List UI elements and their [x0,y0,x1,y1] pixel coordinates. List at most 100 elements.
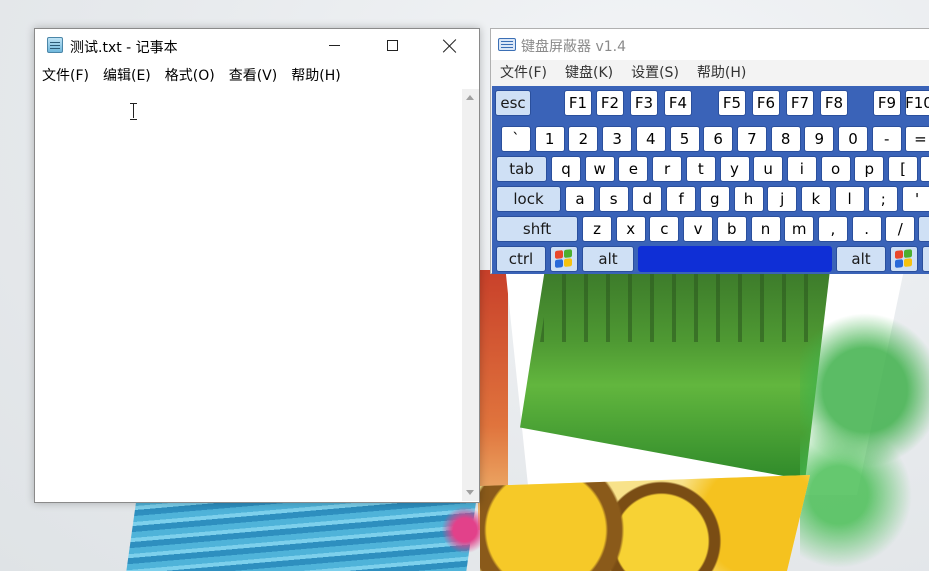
kb-menu-file[interactable]: 文件(F) [491,62,556,84]
key-shft[interactable]: shft [496,216,578,242]
key-'[interactable]: ' [902,186,929,212]
key-.[interactable]: . [851,216,882,242]
key-blank[interactable] [920,156,929,182]
key-windows[interactable] [550,246,578,272]
virtual-keyboard: esc F1 F2 F3 F4 F5 F6 F7 F8 F9 F10 ` 1 2 3 4 5 6 7 8 9 0- = t… [492,86,929,274]
key-4[interactable]: 4 [635,126,666,152]
key-f7[interactable]: F7 [786,90,814,116]
key-f2[interactable]: F2 [596,90,624,116]
key-c[interactable]: c [649,216,680,242]
key-b[interactable]: b [716,216,747,242]
key-blank[interactable] [918,216,929,242]
key-f[interactable]: f [666,186,697,212]
key-m[interactable]: m [784,216,815,242]
key-lock[interactable]: lock [496,186,561,212]
key-l[interactable]: l [834,186,865,212]
key-2[interactable]: 2 [568,126,599,152]
key-n[interactable]: n [750,216,781,242]
key-7[interactable]: 7 [736,126,767,152]
key-g[interactable]: g [699,186,730,212]
key-space[interactable] [638,246,832,272]
key-`[interactable]: ` [501,126,531,152]
key-f10[interactable]: F10 [905,90,929,116]
key-o[interactable]: o [820,156,851,182]
key-f4[interactable]: F4 [664,90,692,116]
notepad-title: 测试.txt - 记事本 [70,40,178,56]
keyboard-title: 键盘屏蔽器 v1.4 [521,39,626,55]
key-z[interactable]: z [582,216,612,242]
minimize-icon [328,45,340,46]
keyboard-menubar: 文件(F) 键盘(K) 设置(S) 帮助(H) [491,62,755,84]
text-cursor-icon [130,103,137,120]
menu-file[interactable]: 文件(F) [35,65,96,87]
key-v[interactable]: v [683,216,714,242]
key-f3[interactable]: F3 [630,90,658,116]
key-=[interactable]: = [905,126,929,152]
key-h[interactable]: h [733,186,764,212]
wallpaper-sea [123,500,477,571]
key-9[interactable]: 9 [804,126,835,152]
key-ctrl[interactable]: ctrl [496,246,546,272]
keyboard-app-icon [498,38,516,51]
scroll-up-icon[interactable] [466,95,474,100]
key-tab[interactable]: tab [496,156,547,182]
wallpaper-trees [540,272,820,342]
key-w[interactable]: w [584,156,615,182]
key-alt[interactable]: alt [582,246,634,272]
windows-logo-icon [895,249,913,269]
key-;[interactable]: ; [868,186,899,212]
key-x[interactable]: x [615,216,646,242]
key-blank[interactable] [922,246,929,272]
minimize-button[interactable] [305,29,363,62]
key-t[interactable]: t [685,156,716,182]
key-p[interactable]: p [854,156,885,182]
notepad-titlebar[interactable]: 测试.txt - 记事本 [35,29,479,62]
key-f5[interactable]: F5 [718,90,746,116]
notepad-window: 测试.txt - 记事本 文件(F) 编辑(E) 格式(O) 查看(V) 帮助(… [34,28,480,503]
key-/[interactable]: / [885,216,916,242]
menu-format[interactable]: 格式(O) [158,65,222,87]
key-alt[interactable]: alt [836,246,886,272]
close-button[interactable] [421,29,479,62]
kb-menu-keyboard[interactable]: 键盘(K) [556,62,622,84]
key-y[interactable]: y [719,156,750,182]
key-f9[interactable]: F9 [873,90,901,116]
key-f8[interactable]: F8 [820,90,848,116]
key-r[interactable]: r [652,156,683,182]
key-e[interactable]: e [618,156,649,182]
key-i[interactable]: i [786,156,817,182]
key-f6[interactable]: F6 [752,90,780,116]
key-k[interactable]: k [800,186,831,212]
key-a[interactable]: a [565,186,595,212]
menu-help[interactable]: 帮助(H) [284,65,347,87]
notepad-text-area[interactable] [36,89,460,501]
key-j[interactable]: j [767,186,798,212]
close-icon [443,39,457,53]
kb-menu-settings[interactable]: 设置(S) [622,62,688,84]
vertical-scrollbar[interactable] [462,89,479,501]
notepad-app-icon [47,37,63,53]
key-[[interactable]: [ [888,156,918,182]
key-1[interactable]: 1 [534,126,565,152]
menu-view[interactable]: 查看(V) [222,65,285,87]
scroll-down-icon[interactable] [466,490,474,495]
key-q[interactable]: q [551,156,581,182]
maximize-button[interactable] [363,29,421,62]
key-windows[interactable] [890,246,918,272]
key-s[interactable]: s [598,186,629,212]
key-d[interactable]: d [632,186,663,212]
maximize-icon [386,40,398,51]
key-6[interactable]: 6 [703,126,734,152]
key-8[interactable]: 8 [770,126,801,152]
key-esc[interactable]: esc [495,90,531,116]
menu-edit[interactable]: 编辑(E) [96,65,158,87]
key-u[interactable]: u [753,156,784,182]
key-,[interactable]: , [817,216,848,242]
keyboard-titlebar[interactable]: 键盘屏蔽器 v1.4 [491,29,929,60]
key-3[interactable]: 3 [602,126,633,152]
key-f1[interactable]: F1 [564,90,592,116]
key-5[interactable]: 5 [669,126,700,152]
key--[interactable]: - [871,126,902,152]
key-0[interactable]: 0 [838,126,868,152]
kb-menu-help[interactable]: 帮助(H) [688,62,755,84]
